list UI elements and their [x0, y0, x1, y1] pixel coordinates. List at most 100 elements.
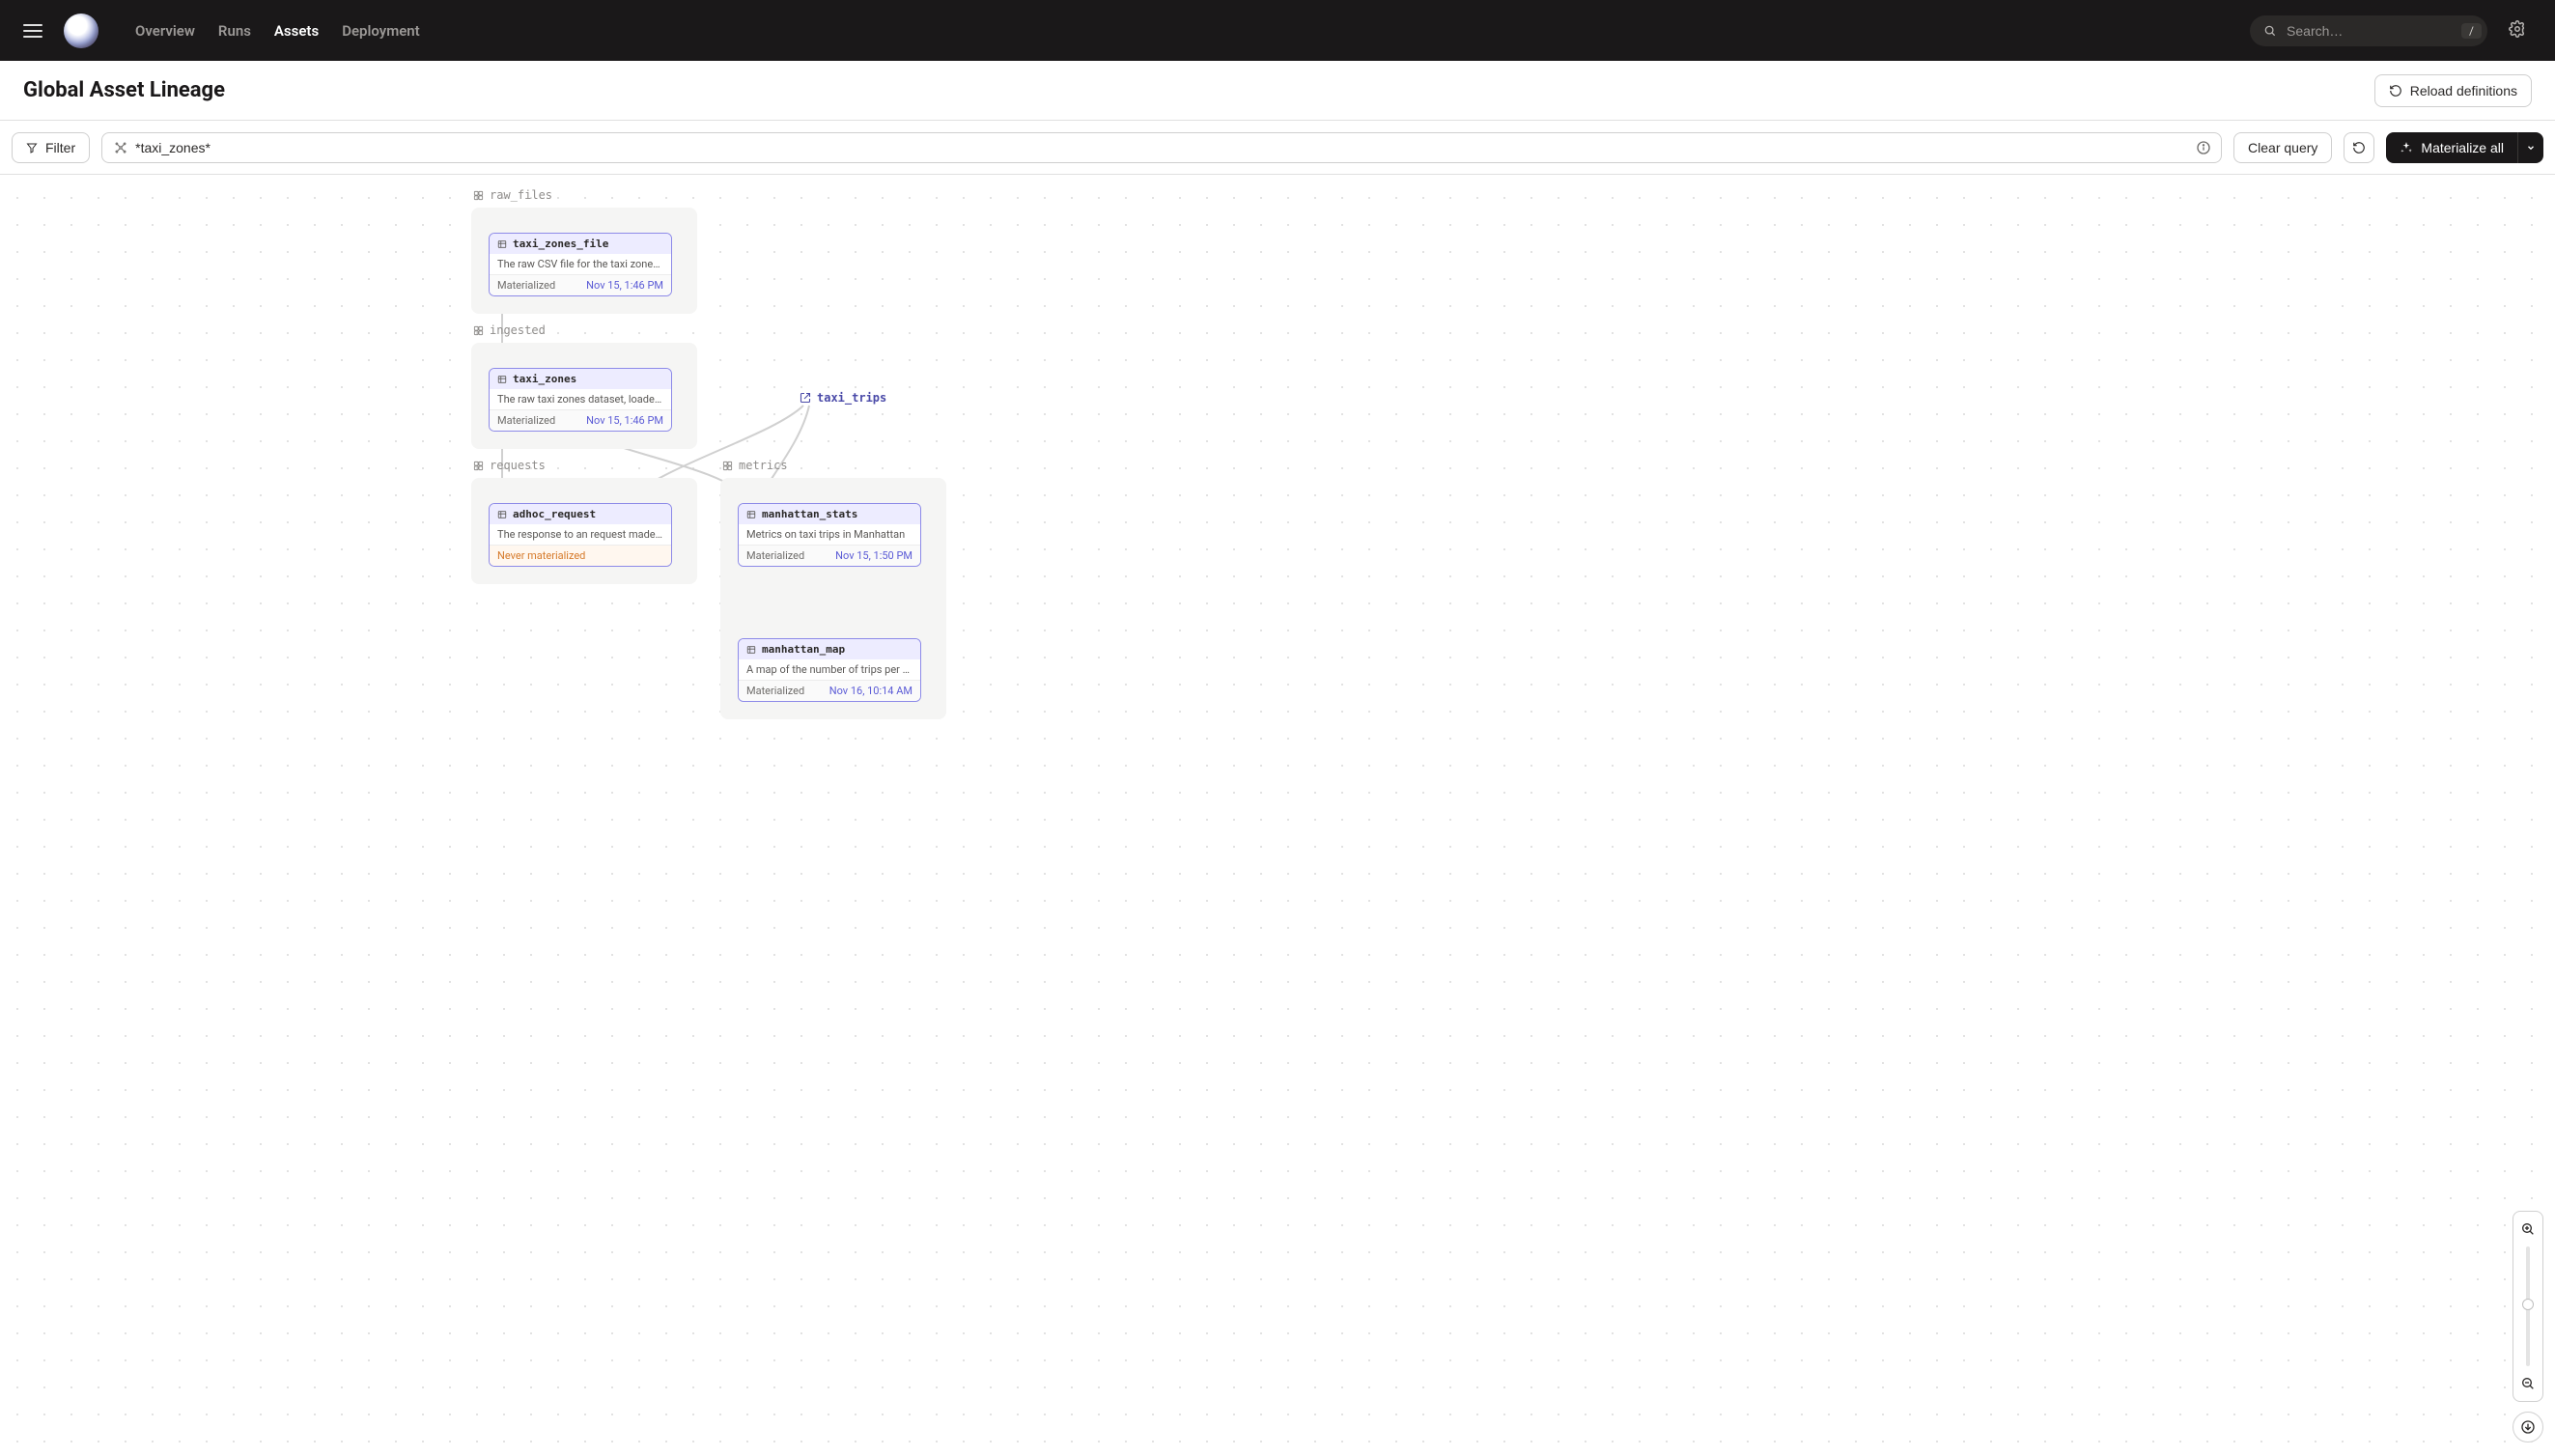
refresh-icon	[2389, 84, 2402, 98]
search-shortcut: /	[2461, 23, 2482, 39]
nav-links: Overview Runs Assets Deployment	[126, 16, 430, 45]
asset-card-taxi_zones_file[interactable]: taxi_zones_file The raw CSV file for the …	[489, 233, 672, 296]
group-label: ingested	[473, 323, 546, 337]
lineage-query-icon	[114, 141, 127, 154]
asset-card-manhattan_stats[interactable]: manhattan_stats Metrics on taxi trips in …	[738, 503, 921, 567]
table-icon	[497, 239, 507, 249]
query-input[interactable]	[135, 140, 2196, 155]
group-icon	[473, 325, 484, 336]
query-box[interactable]	[101, 132, 2222, 163]
zoom-out-icon	[2520, 1376, 2536, 1391]
reload-definitions-button[interactable]: Reload definitions	[2374, 74, 2532, 107]
asset-group-requests: requestsadhoc_requestThe response to an …	[471, 478, 697, 584]
group-icon	[473, 190, 484, 201]
zoom-in-icon	[2520, 1221, 2536, 1237]
zoom-in-button[interactable]	[2516, 1218, 2540, 1241]
app-logo[interactable]	[64, 14, 98, 48]
clear-query-button[interactable]: Clear query	[2233, 132, 2332, 163]
materialize-dropdown-button[interactable]	[2517, 132, 2543, 163]
materialize-label: Materialize all	[2421, 140, 2504, 155]
settings-button[interactable]	[2503, 14, 2532, 47]
table-icon	[497, 375, 507, 384]
toolbar: Filter Clear query Materialize all	[0, 121, 2555, 175]
asset-group-raw_files: raw_filestaxi_zones_fileThe raw CSV file…	[471, 208, 697, 314]
asset-timestamp: Nov 16, 10:14 AM	[829, 685, 912, 697]
asset-status: Materialized	[746, 549, 804, 562]
table-icon	[746, 510, 756, 519]
asset-description: The raw CSV file for the taxi zones dat…	[490, 254, 671, 274]
table-icon	[746, 645, 756, 655]
asset-card-taxi_zones[interactable]: taxi_zones The raw taxi zones dataset, lo…	[489, 368, 672, 432]
group-name: requests	[490, 459, 546, 472]
asset-header: taxi_zones_file	[490, 234, 671, 254]
reload-label: Reload definitions	[2410, 83, 2517, 98]
page-title: Global Asset Lineage	[23, 78, 225, 102]
asset-group-metrics: metricsmanhattan_statsMetrics on taxi tr…	[720, 478, 946, 719]
asset-footer: Materialized Nov 15, 1:46 PM	[490, 274, 671, 295]
refresh-graph-button[interactable]	[2344, 132, 2374, 163]
global-search[interactable]: /	[2250, 15, 2487, 46]
asset-name: taxi_zones	[513, 373, 576, 385]
page-header: Global Asset Lineage Reload definitions	[0, 61, 2555, 121]
asset-card-adhoc_request[interactable]: adhoc_requestThe response to an request …	[489, 503, 672, 567]
asset-footer: Never materialized	[490, 545, 671, 566]
search-input[interactable]	[2287, 23, 2461, 39]
external-asset-taxi-trips[interactable]: taxi_trips	[800, 391, 886, 405]
nav-link-assets[interactable]: Assets	[265, 16, 328, 45]
table-icon	[497, 510, 507, 519]
group-label: raw_files	[473, 188, 552, 202]
zoom-slider[interactable]	[2526, 1246, 2530, 1366]
asset-header: taxi_zones	[490, 369, 671, 389]
search-icon	[2263, 24, 2277, 38]
filter-button[interactable]: Filter	[12, 132, 90, 163]
asset-footer: MaterializedNov 15, 1:46 PM	[490, 409, 671, 431]
asset-description: A map of the number of trips per taxi z…	[739, 659, 920, 680]
asset-description: The response to an request made in th…	[490, 524, 671, 545]
asset-card-manhattan_map[interactable]: manhattan_map A map of the number of trip…	[738, 638, 921, 702]
asset-header: adhoc_request	[490, 504, 671, 524]
asset-status: Materialized	[497, 414, 555, 427]
asset-header: manhattan_stats	[739, 504, 920, 524]
asset-name: manhattan_map	[762, 643, 845, 656]
asset-description: The raw taxi zones dataset, loaded int…	[490, 389, 671, 409]
asset-footer: Materialized Nov 16, 10:14 AM	[739, 680, 920, 701]
group-label: metrics	[722, 459, 788, 472]
zoom-out-button[interactable]	[2516, 1372, 2540, 1395]
asset-name: manhattan_stats	[762, 508, 857, 520]
asset-footer: Materialized Nov 15, 1:50 PM	[739, 545, 920, 566]
asset-status: Materialized	[746, 685, 804, 697]
group-name: raw_files	[490, 188, 552, 202]
asset-group-ingested: ingestedtaxi_zonesThe raw taxi zones dat…	[471, 343, 697, 449]
asset-status: Never materialized	[497, 549, 585, 562]
materialize-all-button[interactable]: Materialize all	[2386, 132, 2517, 163]
asset-name: taxi_zones_file	[513, 238, 608, 250]
top-nav-bar: Overview Runs Assets Deployment /	[0, 0, 2555, 61]
gear-icon	[2509, 20, 2526, 38]
external-link-icon	[800, 392, 811, 404]
sparkle-icon	[2400, 141, 2413, 154]
asset-timestamp: Nov 15, 1:50 PM	[835, 549, 912, 562]
query-info-button[interactable]	[2196, 140, 2211, 155]
nav-link-deployment[interactable]: Deployment	[332, 16, 430, 45]
lineage-canvas[interactable]: taxi_trips raw_filestaxi_zones_fileThe r…	[0, 175, 2555, 1456]
filter-label: Filter	[45, 140, 75, 155]
zoom-controls	[2513, 1211, 2543, 1442]
info-icon	[2196, 140, 2211, 155]
nav-link-overview[interactable]: Overview	[126, 16, 205, 45]
clear-label: Clear query	[2248, 140, 2317, 155]
download-graph-button[interactable]	[2513, 1412, 2543, 1442]
refresh-icon	[2352, 141, 2366, 154]
lineage-edges	[0, 175, 2555, 1456]
asset-timestamp: Nov 15, 1:46 PM	[586, 279, 663, 292]
asset-status: Materialized	[497, 279, 555, 292]
nav-link-runs[interactable]: Runs	[209, 16, 261, 45]
group-name: metrics	[739, 459, 788, 472]
asset-description: Metrics on taxi trips in Manhattan	[739, 524, 920, 545]
group-icon	[722, 461, 733, 471]
materialize-button-group: Materialize all	[2386, 132, 2543, 163]
menu-button[interactable]	[23, 24, 42, 38]
external-asset-name: taxi_trips	[817, 391, 886, 405]
zoom-thumb[interactable]	[2522, 1299, 2534, 1310]
group-icon	[473, 461, 484, 471]
group-name: ingested	[490, 323, 546, 337]
